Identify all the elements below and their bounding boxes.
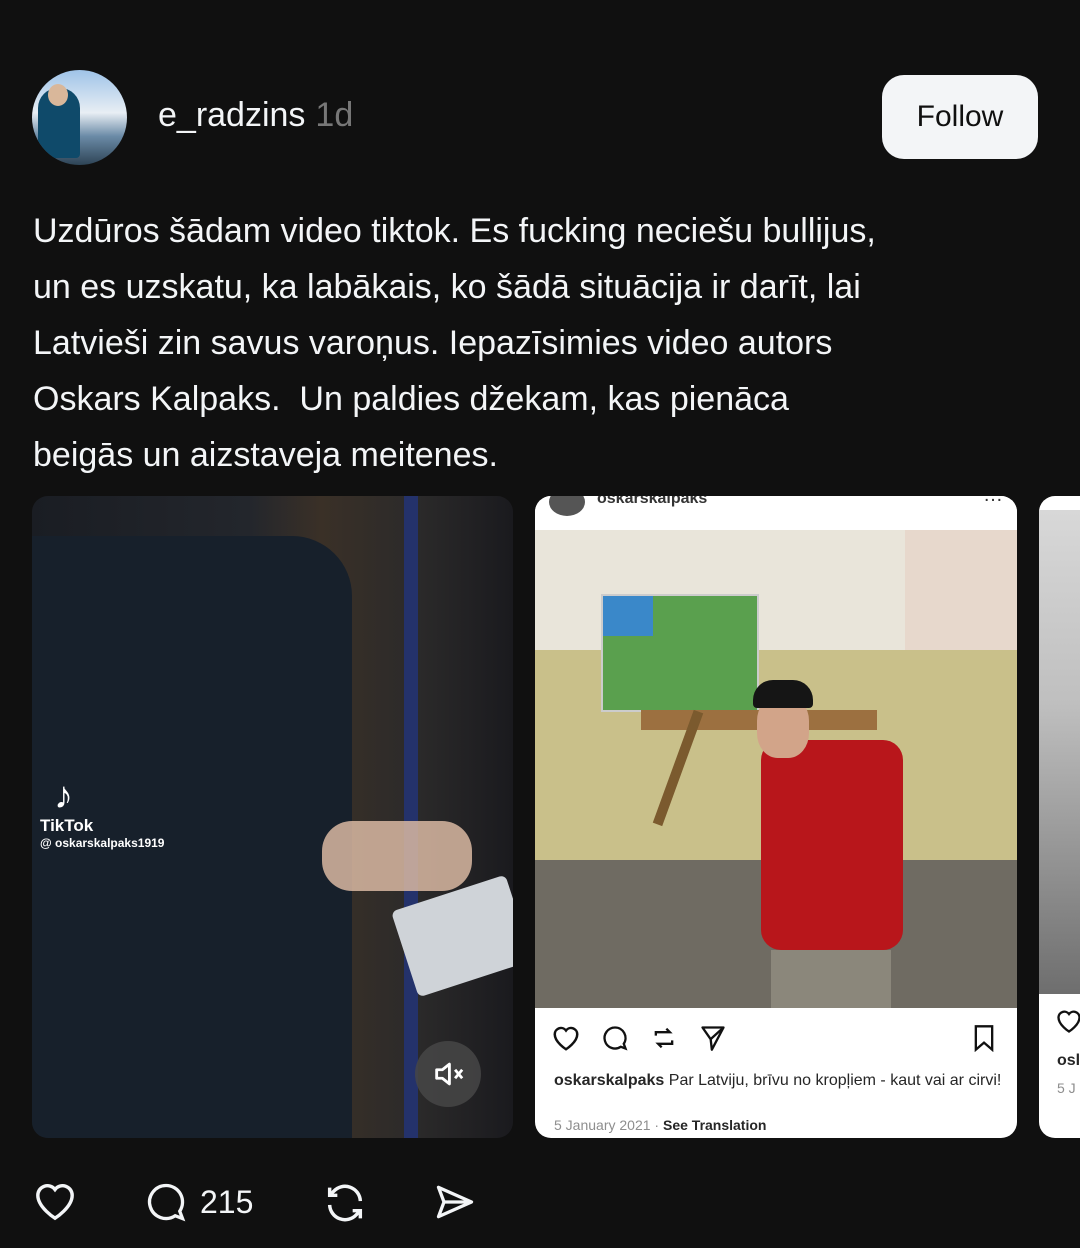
partial-date: 5 J bbox=[1057, 1080, 1076, 1096]
heart-icon bbox=[36, 1184, 74, 1221]
instagram-screenshot-media[interactable]: oskarskalpaks … oskarskalpaks Par L bbox=[535, 496, 1017, 1138]
ig-date: 5 January 2021 bbox=[554, 1117, 651, 1133]
post-actions: 215 bbox=[0, 1170, 1080, 1234]
ig-caption-text: Par Latviju, brīvu no kropļiem - kaut va… bbox=[668, 1072, 1002, 1089]
post-text: Uzdūros šādam video tiktok. Es fucking n… bbox=[33, 212, 876, 474]
share-icon bbox=[436, 1185, 474, 1219]
mute-icon bbox=[435, 1062, 464, 1086]
avatar[interactable] bbox=[32, 70, 127, 165]
repost-button[interactable] bbox=[322, 1180, 368, 1226]
ig-photo bbox=[535, 530, 1017, 1008]
video-media[interactable]: ♪ TikTok @ oskarskalpaks1919 bbox=[32, 496, 513, 1138]
tiktok-handle: @ oskarskalpaks1919 bbox=[40, 836, 165, 850]
third-media-partial[interactable]: osl 5 J bbox=[1039, 496, 1080, 1138]
ig-bookmark-icon bbox=[971, 1024, 997, 1057]
tiktok-logo-icon: ♪ bbox=[54, 775, 73, 817]
comment-count: 215 bbox=[200, 1183, 254, 1220]
ig-avatar bbox=[549, 496, 585, 516]
post-time: 1d bbox=[315, 96, 354, 134]
comment-button[interactable]: 215 bbox=[144, 1180, 253, 1224]
tiktok-logo-text: TikTok bbox=[40, 816, 94, 835]
ig-heart-icon bbox=[551, 1024, 581, 1057]
ig-header: oskarskalpaks … bbox=[535, 496, 1017, 531]
like-button[interactable] bbox=[32, 1180, 78, 1222]
username[interactable]: e_radzins 1d bbox=[158, 96, 353, 135]
ig-share-icon bbox=[699, 1024, 727, 1057]
mute-button[interactable] bbox=[415, 1041, 481, 1107]
username-text[interactable]: e_radzins bbox=[158, 96, 305, 134]
ig-caption-user: oskarskalpaks bbox=[554, 1072, 665, 1089]
comment-icon bbox=[147, 1183, 186, 1222]
tiktok-watermark: ♪ TikTok @ oskarskalpaks1919 bbox=[40, 776, 164, 850]
ig-date-line: 5 January 2021 · See Translation bbox=[554, 1117, 767, 1133]
ig-actions bbox=[535, 1008, 1017, 1066]
ig-caption: oskarskalpaks Par Latviju, brīvu no krop… bbox=[554, 1071, 1004, 1091]
ig-comment-icon bbox=[601, 1024, 629, 1057]
follow-button[interactable]: Follow bbox=[882, 75, 1038, 159]
more-icon: … bbox=[983, 496, 1003, 507]
ig-heart-icon bbox=[1055, 1008, 1080, 1039]
repost-icon bbox=[327, 1184, 363, 1222]
see-translation: See Translation bbox=[662, 1117, 767, 1133]
ig-account: oskarskalpaks bbox=[597, 496, 708, 507]
partial-user: osl bbox=[1057, 1052, 1080, 1069]
share-button[interactable] bbox=[432, 1180, 478, 1224]
ig-repost-icon bbox=[650, 1024, 678, 1057]
